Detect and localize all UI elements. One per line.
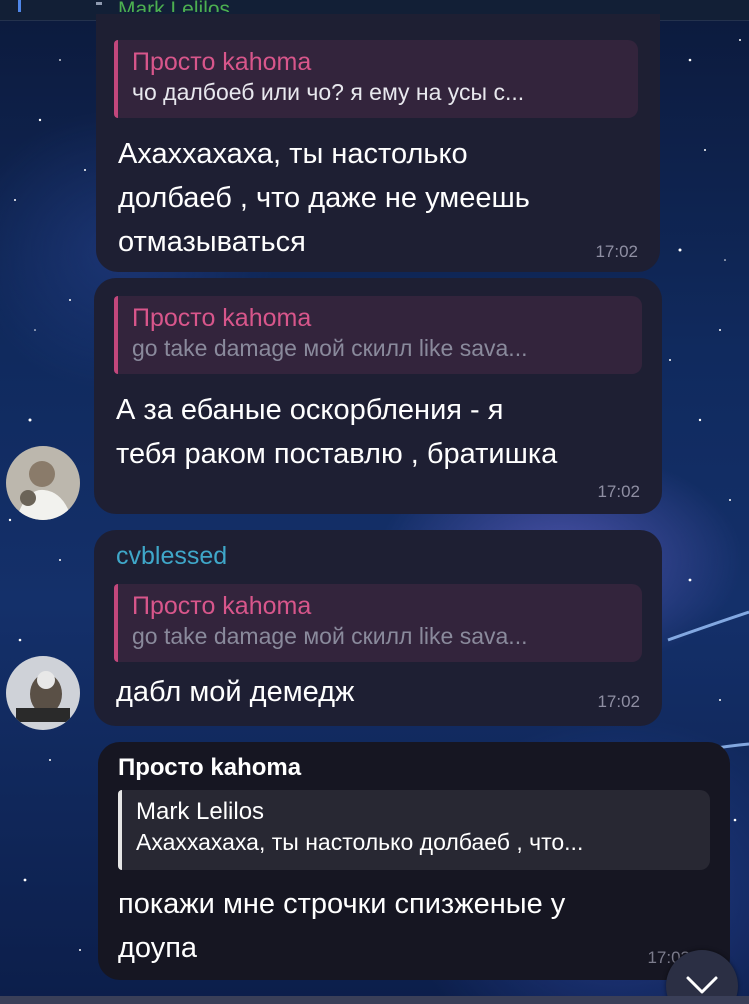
message-text: Ахаххахаха, ты настолько долбаеб , что д… [118, 138, 530, 258]
reply-snippet: чо далбоеб или чо? я ему на усы с... [132, 79, 525, 105]
message-time: 17:02 [595, 242, 638, 261]
sender-name[interactable]: Просто kahoma [118, 754, 301, 782]
message-bubble[interactable]: Просто kahoma go take damage мой скилл l… [94, 278, 662, 514]
avatar[interactable] [6, 656, 80, 730]
message-bubble[interactable]: Mark Lelilos Просто kahoma чо далбоеб ил… [96, 0, 660, 272]
bottom-edge [0, 996, 749, 1004]
user-photo [6, 446, 80, 520]
message-time: 17:02 [597, 482, 640, 501]
reply-sender: Mark Lelilos [136, 798, 265, 825]
message-bubble[interactable]: cvblessed Просто kahoma go take damage м… [94, 530, 662, 726]
reply-preview[interactable]: Mark Lelilos Ахаххахаха, ты настолько до… [118, 790, 710, 870]
message-text: дабл мой демедж [116, 676, 355, 708]
header-accent [18, 0, 21, 12]
user-photo [6, 656, 80, 730]
sender-name[interactable]: cvblessed [116, 542, 227, 571]
message-time: 17:02 [597, 692, 640, 711]
avatar[interactable] [6, 446, 80, 520]
message-text: покажи мне строчки спизженые у доупа [118, 888, 566, 964]
message-text: А за ебаные оскорбления - я тебя раком п… [116, 394, 558, 470]
header-text-fragment [96, 2, 102, 5]
reply-sender: Просто kahoma [132, 48, 312, 76]
reply-sender: Просто kahoma [132, 304, 312, 332]
reply-preview[interactable]: Просто kahoma go take damage мой скилл l… [114, 584, 642, 662]
reply-preview[interactable]: Просто kahoma чо далбоеб или чо? я ему н… [114, 40, 638, 118]
sender-name[interactable]: Mark Lelilos [118, 0, 230, 12]
reply-snippet: Ахаххахаха, ты настолько долбаеб , что..… [136, 829, 584, 855]
reply-preview[interactable]: Просто kahoma go take damage мой скилл l… [114, 296, 642, 374]
message-bubble[interactable]: Просто kahoma Mark Lelilos Ахаххахаха, т… [98, 742, 730, 980]
reply-snippet: go take damage мой скилл like sava... [132, 335, 528, 361]
reply-sender: Просто kahoma [132, 592, 312, 620]
reply-snippet: go take damage мой скилл like sava... [132, 623, 528, 649]
